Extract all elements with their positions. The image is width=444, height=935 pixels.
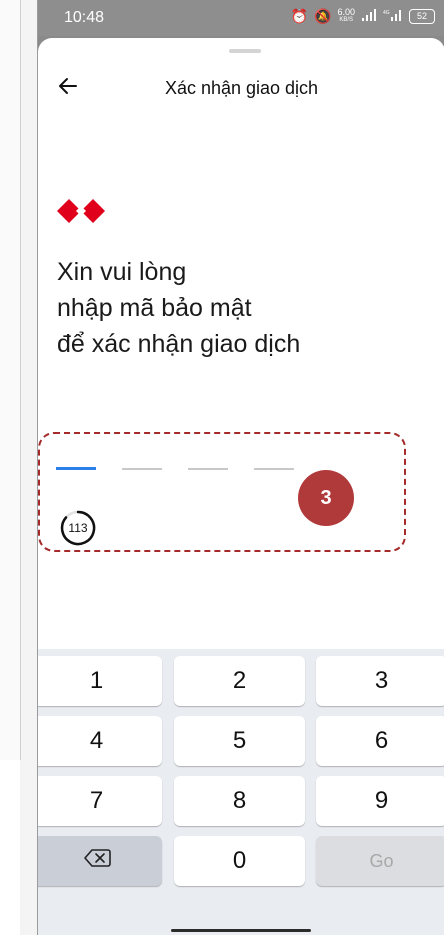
- go-button[interactable]: Go: [316, 836, 444, 886]
- bank-logo: [57, 198, 105, 224]
- pin-slot-1[interactable]: [56, 467, 96, 470]
- key-4[interactable]: 4: [38, 716, 162, 766]
- alarm-icon: ⏰: [290, 8, 309, 24]
- key-1[interactable]: 1: [38, 656, 162, 706]
- numeric-keyboard: 1 2 3 4 5 6 7 8 9 0 Go: [38, 649, 444, 935]
- header: Xác nhận giao dịch: [38, 68, 444, 108]
- page-title: Xác nhận giao dịch: [164, 78, 319, 98]
- key-5[interactable]: 5: [174, 716, 305, 766]
- screenshot-frame: 10:48 ⏰ 🔕 6.00 KB/S 4G 52 Xác nhận giao …: [0, 0, 444, 935]
- signal-icon: [361, 8, 377, 24]
- battery-icon: 52: [409, 8, 435, 24]
- status-bar: 10:48 ⏰ 🔕 6.00 KB/S 4G 52: [38, 0, 444, 36]
- left-panel-edge: [0, 0, 21, 760]
- step-badge: 3: [298, 470, 354, 526]
- svg-text:4G: 4G: [383, 10, 390, 16]
- key-8[interactable]: 8: [174, 776, 305, 826]
- key-7[interactable]: 7: [38, 776, 162, 826]
- instruction-line-2: nhập mã bảo mật: [57, 294, 252, 322]
- status-icons: ⏰ 🔕 6.00 KB/S 4G 52: [291, 8, 435, 24]
- phone-screen: 10:48 ⏰ 🔕 6.00 KB/S 4G 52 Xác nhận giao …: [37, 0, 444, 935]
- signal-4g-icon: 4G: [383, 8, 403, 24]
- key-9[interactable]: 9: [316, 776, 444, 826]
- battery-level: 52: [416, 11, 427, 21]
- key-3[interactable]: 3: [316, 656, 444, 706]
- pin-slot-4[interactable]: [254, 468, 294, 470]
- key-0[interactable]: 0: [174, 836, 305, 886]
- instruction-text: Xin vui lòng nhập mã bảo mật để xác nhận…: [57, 254, 417, 362]
- instruction-line-3: để xác nhận giao dịch: [57, 330, 301, 358]
- key-6[interactable]: 6: [316, 716, 444, 766]
- network-speed-unit: KB/S: [339, 17, 354, 23]
- home-indicator: [171, 929, 311, 932]
- instruction-line-1: Xin vui lòng: [57, 258, 187, 286]
- pin-slot-2[interactable]: [122, 468, 162, 470]
- key-2[interactable]: 2: [174, 656, 305, 706]
- sheet-grabber[interactable]: [229, 49, 261, 53]
- countdown-value: 113: [68, 521, 88, 535]
- pin-slot-3[interactable]: [188, 468, 228, 470]
- left-panel-lower: [0, 760, 20, 935]
- bottom-sheet: Xác nhận giao dịch Xin vui lòng nhập mã …: [38, 38, 444, 935]
- backspace-key[interactable]: [38, 836, 162, 886]
- backspace-icon: [83, 847, 111, 875]
- status-time: 10:48: [64, 9, 105, 26]
- countdown-timer: 113: [60, 510, 96, 546]
- network-speed: 6.00 KB/S: [337, 8, 355, 24]
- mute-icon: 🔕: [314, 8, 332, 24]
- network-speed-value: 6.00: [337, 7, 355, 17]
